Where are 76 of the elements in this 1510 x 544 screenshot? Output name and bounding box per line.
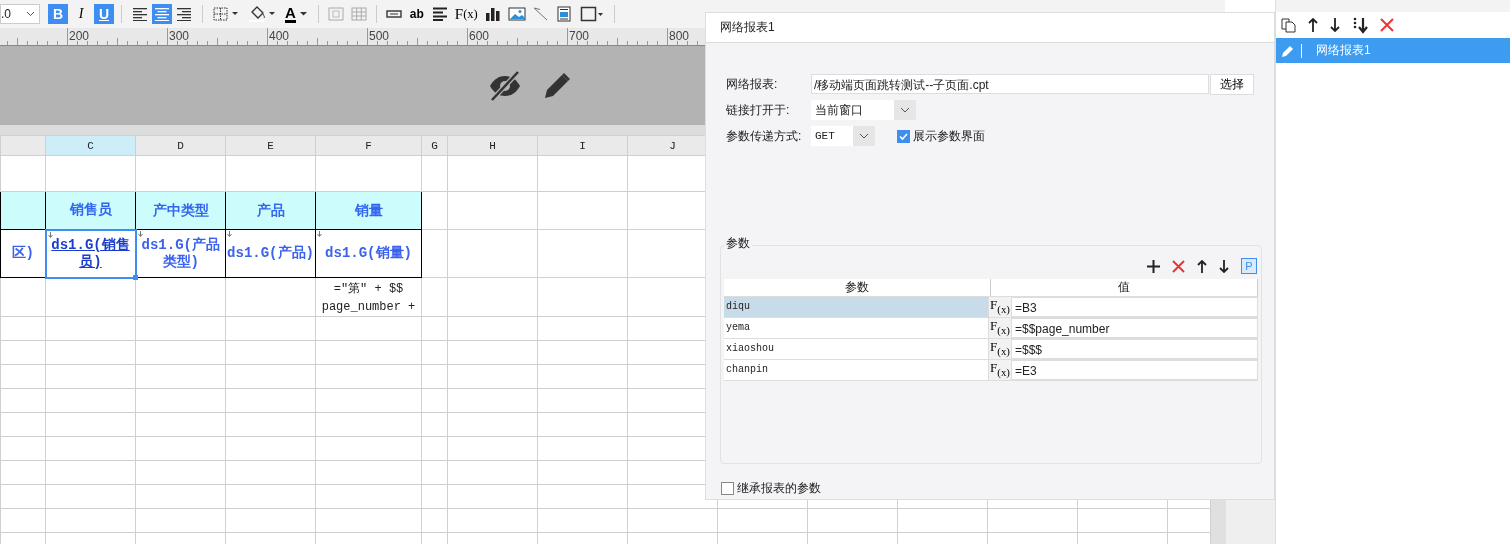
ruler-label: 500 [369,29,390,43]
formula-button[interactable]: F$_{(x)}$ [989,360,1011,380]
caret-icon [853,126,875,146]
caret-icon [894,100,916,120]
group-title: 参数 [724,235,752,252]
field-cell[interactable]: ds1.G(产品) [225,229,316,278]
up-arrow-icon[interactable] [1308,18,1318,32]
checkbox-label: 继承报表的参数 [737,480,821,497]
ruler-label: 200 [69,29,90,43]
column-header[interactable]: H [447,135,538,156]
formula-button[interactable]: F$_{(x)}$ [989,339,1011,359]
formula-button[interactable]: F$_{(x)}$ [989,318,1011,338]
ruler-label: 700 [569,29,590,43]
expand-down-icon [47,231,53,238]
column-header[interactable]: E [225,135,316,156]
add-icon[interactable] [1147,259,1160,273]
caret-icon [298,11,308,17]
column-header: 值 [991,279,1258,296]
parameter-value-field[interactable]: =$$$ [1011,339,1258,359]
report-path-field[interactable]: /移动端页面跳转测试--子页面.cpt [811,74,1209,94]
delete-icon[interactable] [1380,18,1394,32]
ruler-label: 300 [169,29,190,43]
dialog-title: 网络报表1 [706,13,1274,43]
header-cell[interactable] [0,191,46,230]
resize-handle[interactable] [132,274,138,280]
merge-cells-button[interactable] [325,4,346,24]
ruler-label: 800 [669,29,690,43]
checkbox[interactable] [897,129,910,143]
field-label: 参数传递方式: [726,127,803,145]
formula-button[interactable]: F$_{(x)}$ [989,297,1011,317]
split-cells-button[interactable] [348,4,369,24]
italic-button[interactable]: I [71,4,91,24]
parameter-name[interactable]: diqu [724,297,989,317]
method-dropdown[interactable]: GET [811,126,875,146]
choose-button[interactable]: 选择 [1210,73,1254,95]
down-arrow-icon[interactable] [1330,18,1340,32]
header-cell[interactable]: 产中类型 [135,191,226,230]
open-in-dropdown[interactable]: 当前窗口 [811,100,916,120]
checkbox-label: 展示参数界面 [913,127,985,145]
column-header[interactable]: C [45,135,136,156]
parameter-value-field[interactable]: =E3 [1011,360,1258,380]
formula-cell[interactable]: =″第″ + $$ page_number + [315,277,422,317]
field-cell[interactable]: ds1.G(产品类型) [135,229,226,278]
hidden-eye-icon[interactable] [488,69,522,102]
delete-icon[interactable] [1172,259,1185,273]
field-label: 链接打开于: [726,101,791,119]
field-cell[interactable]: 区) [0,229,46,278]
move-to-bottom-icon[interactable] [1352,16,1368,34]
ruler-label: 400 [269,29,290,43]
caret-icon [26,11,35,17]
parameter-value-field[interactable]: =$$page_number [1011,318,1258,338]
header-cell[interactable]: 销售员 [45,191,136,230]
pencil-icon[interactable] [542,70,572,101]
column-header: 参数 [724,279,991,296]
font-size-field[interactable]: .0 [0,4,40,24]
field-cell[interactable]: ds1.G(销量) [315,229,422,278]
up-arrow-icon[interactable] [1197,259,1207,273]
expand-down-icon [317,231,322,237]
column-header[interactable]: I [537,135,628,156]
expand-down-icon [227,231,232,237]
textbox-icon [385,10,402,18]
column-header[interactable]: F [315,135,422,156]
header-cell[interactable]: 销量 [315,191,422,230]
header-cell[interactable]: 产品 [225,191,316,230]
font-color-button[interactable]: A [282,4,311,24]
copy-icon[interactable] [1281,17,1296,33]
expand-down-icon [137,231,143,237]
field-label: 网络报表: [726,75,779,93]
parameter-value-field[interactable]: =B3 [1011,297,1258,317]
ruler-label: 600 [469,29,490,43]
checkbox[interactable] [721,482,734,495]
pencil-icon [1281,43,1302,58]
column-header[interactable]: G [421,135,448,156]
down-arrow-icon[interactable] [1219,259,1229,273]
column-header[interactable]: D [135,135,226,156]
text-tool-button[interactable]: ab [406,4,427,24]
